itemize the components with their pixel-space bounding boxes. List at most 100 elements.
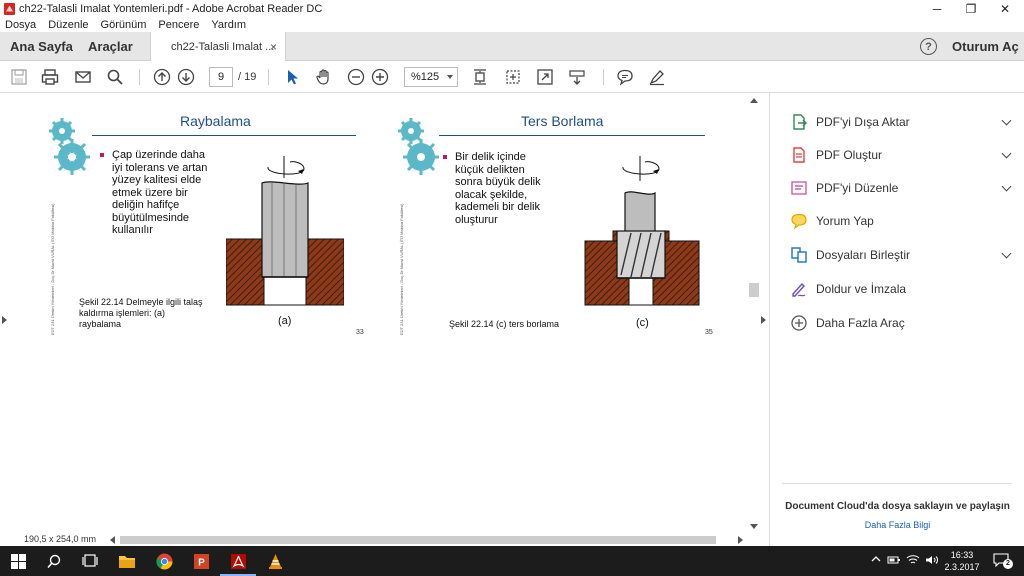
- gear-decoration-icon: [49, 118, 90, 175]
- toolbar-separator: [603, 69, 604, 85]
- clock-date: 2.3.2017: [944, 562, 980, 572]
- clock[interactable]: 16:33 2.3.2017: [944, 549, 980, 573]
- slide-title: Raybalama: [180, 113, 251, 129]
- zoom-in-icon[interactable]: [370, 67, 390, 87]
- fill-sign-icon: [790, 280, 808, 298]
- search-icon[interactable]: [44, 551, 64, 571]
- menu-window[interactable]: Pencere: [158, 19, 199, 31]
- zoom-value: %125: [411, 71, 440, 83]
- title-bar: ch22-Talasli Imalat Yontemleri.pdf - Ado…: [0, 0, 1024, 17]
- menu-bar: Dosya Düzenle Görünüm Pencere Yardım: [0, 17, 1024, 32]
- page-number-input[interactable]: 9: [209, 67, 233, 87]
- learn-more-link[interactable]: Daha Fazla Bilgi: [770, 520, 1024, 530]
- file-explorer-icon[interactable]: [117, 551, 137, 571]
- close-button[interactable]: ✕: [988, 0, 1022, 17]
- email-icon[interactable]: [73, 67, 93, 87]
- bullet-marker: [100, 153, 104, 157]
- tab-close-icon[interactable]: ×: [270, 40, 277, 54]
- slide-page-number: 35: [705, 329, 713, 336]
- volume-icon[interactable]: [925, 555, 939, 568]
- select-cursor-icon[interactable]: [282, 67, 302, 87]
- zoom-select[interactable]: %125: [404, 67, 458, 87]
- horizontal-scrollbar[interactable]: [120, 536, 716, 544]
- slide-ters-borlama: EÜT 231 Üretim Yöntemleri - Doç.Dr.Murat…: [393, 101, 723, 341]
- scroll-mode-icon[interactable]: [567, 67, 587, 87]
- tab-document-label: ch22-Talasli Imalat ...: [171, 40, 275, 53]
- chevron-down-icon[interactable]: [1001, 181, 1012, 192]
- print-icon[interactable]: [40, 67, 60, 87]
- slide-title: Ters Borlama: [521, 113, 604, 129]
- previous-page-icon[interactable]: [152, 67, 172, 87]
- highlight-icon[interactable]: [647, 67, 667, 87]
- tool-fill-sign[interactable]: Doldur ve İmzala: [790, 278, 1010, 300]
- figure-label: (c): [636, 317, 649, 329]
- create-pdf-icon: [790, 146, 808, 164]
- slide-raybalama: EÜT 231 Üretim Yöntemleri - Doç.Dr.Murat…: [44, 101, 374, 341]
- menu-file[interactable]: Dosya: [5, 19, 36, 31]
- search-icon[interactable]: [105, 67, 125, 87]
- tool-edit-pdf[interactable]: PDF'yi Düzenle: [790, 177, 1012, 199]
- minimize-button[interactable]: ─: [920, 0, 954, 17]
- counterboring-figure: [584, 156, 700, 306]
- fit-page-icon[interactable]: [503, 67, 523, 87]
- slide-side-note: EÜT 231 Üretim Yöntemleri - Doç.Dr.Murat…: [50, 203, 55, 335]
- right-panel-toggle-icon[interactable]: [761, 316, 766, 324]
- tab-tools[interactable]: Araçlar: [88, 39, 133, 54]
- combine-files-icon: [790, 246, 808, 264]
- chevron-down-icon[interactable]: [1001, 148, 1012, 159]
- tab-bar: Ana Sayfa Araçlar ch22-Talasli Imalat ..…: [0, 32, 1024, 61]
- bullet-text: Bir delik içinde küçük delikten sonra bü…: [443, 151, 547, 226]
- wifi-icon[interactable]: [906, 555, 920, 568]
- tool-label: PDF Oluştur: [816, 148, 883, 162]
- maximize-button[interactable]: ❐: [954, 0, 988, 17]
- tools-panel: PDF'yi Dışa Aktar PDF Oluştur PDF'yi Düz…: [769, 93, 1024, 546]
- full-screen-icon[interactable]: [535, 67, 555, 87]
- tab-document[interactable]: ch22-Talasli Imalat ... ×: [150, 32, 286, 61]
- hand-tool-icon[interactable]: [314, 67, 334, 87]
- next-page-icon[interactable]: [176, 67, 196, 87]
- chevron-down-icon[interactable]: [1001, 115, 1012, 126]
- scroll-down-icon[interactable]: [750, 524, 758, 529]
- battery-icon[interactable]: [887, 555, 901, 568]
- tool-create-pdf[interactable]: PDF Oluştur: [790, 144, 1012, 166]
- scroll-thumb[interactable]: [749, 283, 759, 297]
- comment-icon[interactable]: [615, 67, 635, 87]
- notification-badge: 2: [1003, 559, 1013, 569]
- chevron-down-icon[interactable]: [1001, 248, 1012, 259]
- tool-more-tools[interactable]: Daha Fazla Araç: [790, 312, 1010, 334]
- scroll-right-icon[interactable]: [738, 536, 743, 544]
- windows-start-icon[interactable]: [8, 551, 28, 571]
- tray-chevron-up-icon[interactable]: [871, 555, 881, 566]
- tool-label: PDF'yi Dışa Aktar: [816, 115, 910, 129]
- window-title: ch22-Talasli Imalat Yontemleri.pdf - Ado…: [19, 2, 323, 15]
- tool-export-pdf[interactable]: PDF'yi Dışa Aktar: [790, 111, 1012, 133]
- bullet-content: Bir delik içinde küçük delikten sonra bü…: [455, 151, 541, 226]
- task-view-icon[interactable]: [80, 551, 100, 571]
- taskbar: P 16:33 2.3.2017 2: [0, 546, 1024, 576]
- bullet-text: Çap üzerinde daha iyi tolerans ve artan …: [100, 149, 212, 237]
- menu-view[interactable]: Görünüm: [101, 19, 147, 31]
- document-view[interactable]: EÜT 231 Üretim Yöntemleri - Doç.Dr.Murat…: [0, 93, 768, 534]
- title-underline: [92, 135, 356, 136]
- acrobat-taskbar-icon[interactable]: [220, 551, 256, 576]
- powerpoint-icon[interactable]: P: [191, 551, 211, 571]
- scroll-left-icon[interactable]: [110, 536, 115, 544]
- toolbar-separator: [139, 69, 140, 85]
- vertical-scrollbar[interactable]: [747, 93, 761, 534]
- help-icon[interactable]: ?: [920, 38, 937, 55]
- tab-home[interactable]: Ana Sayfa: [10, 39, 73, 54]
- scroll-up-icon[interactable]: [750, 98, 758, 103]
- title-underline: [439, 135, 705, 136]
- page-display-icon[interactable]: [470, 67, 490, 87]
- export-pdf-icon: [790, 113, 808, 131]
- chrome-icon[interactable]: [154, 551, 174, 571]
- tool-combine-files[interactable]: Dosyaları Birleştir: [790, 244, 1012, 266]
- tool-comment[interactable]: Yorum Yap: [790, 210, 1010, 232]
- menu-edit[interactable]: Düzenle: [48, 19, 88, 31]
- vlc-icon[interactable]: [265, 551, 285, 571]
- menu-help[interactable]: Yardım: [211, 19, 246, 31]
- save-icon[interactable]: [9, 67, 29, 87]
- zoom-out-icon[interactable]: [346, 67, 366, 87]
- left-panel-toggle-icon[interactable]: [2, 316, 7, 324]
- sign-in-button[interactable]: Oturum Aç: [952, 39, 1019, 54]
